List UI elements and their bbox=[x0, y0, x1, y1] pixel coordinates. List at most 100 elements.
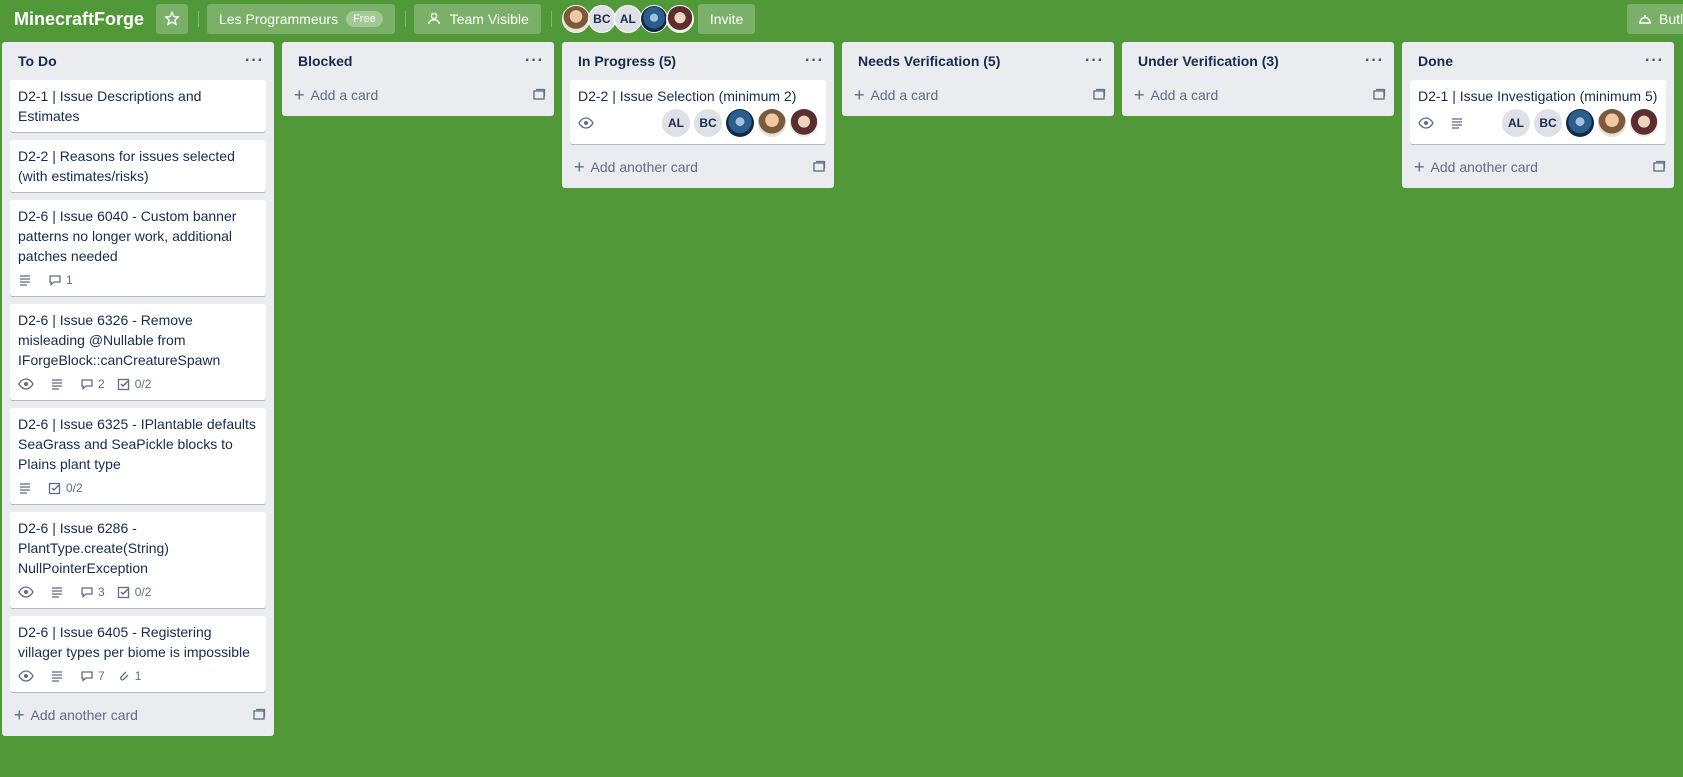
butler-button[interactable]: Butler bbox=[1627, 4, 1683, 34]
plus-icon: + bbox=[854, 84, 865, 105]
comment-count: 3 bbox=[98, 585, 105, 599]
add-card-label: Add a card bbox=[1150, 87, 1219, 103]
list-blocked: Blocked ··· + Add a card bbox=[282, 42, 554, 116]
plus-icon: + bbox=[574, 156, 585, 177]
checklist-icon bbox=[117, 586, 129, 599]
team-button[interactable]: Les Programmeurs Free bbox=[207, 4, 395, 34]
card-title: D2-2 | Issue Selection (minimum 2) bbox=[578, 88, 797, 104]
list-header: Done ··· bbox=[1402, 42, 1674, 80]
star-button[interactable] bbox=[156, 4, 189, 34]
card-badges: 0/2 bbox=[18, 478, 258, 498]
more-icon[interactable]: ··· bbox=[805, 52, 824, 70]
comment-icon bbox=[81, 379, 93, 390]
avatar[interactable]: BC bbox=[587, 5, 616, 33]
team-name: Les Programmeurs bbox=[219, 11, 339, 27]
list-title[interactable]: Blocked bbox=[298, 53, 352, 69]
more-icon[interactable]: ··· bbox=[245, 52, 264, 70]
add-card-label: Add a card bbox=[870, 87, 939, 103]
add-card-label: Add a card bbox=[310, 87, 379, 103]
avatar[interactable] bbox=[561, 5, 590, 33]
card-members: AL BC bbox=[658, 109, 818, 137]
card-template-icon[interactable] bbox=[532, 88, 546, 102]
add-card-button[interactable]: + Add another card bbox=[562, 152, 834, 182]
list-needs-verification: Needs Verification (5) ··· + Add a card bbox=[842, 42, 1114, 116]
checklist-icon bbox=[48, 482, 61, 495]
avatar[interactable] bbox=[758, 109, 786, 137]
more-icon[interactable]: ··· bbox=[525, 52, 544, 70]
plus-icon: + bbox=[1414, 156, 1425, 177]
avatar[interactable] bbox=[1598, 109, 1626, 137]
avatar[interactable]: BC bbox=[694, 109, 722, 137]
avatar[interactable] bbox=[1566, 109, 1594, 137]
list-header: In Progress (5) ··· bbox=[562, 42, 834, 80]
team-icon bbox=[427, 12, 440, 25]
card[interactable]: D2-2 | Reasons for issues selected (with… bbox=[10, 140, 266, 192]
attachment-count: 1 bbox=[134, 669, 142, 683]
avatar[interactable] bbox=[1630, 109, 1658, 137]
avatar[interactable] bbox=[665, 5, 694, 33]
visibility-button[interactable]: Team Visible bbox=[413, 4, 541, 34]
avatar[interactable]: AL bbox=[1502, 109, 1530, 137]
list-title[interactable]: Under Verification (3) bbox=[1138, 53, 1279, 69]
add-card-label: Add another card bbox=[1430, 159, 1538, 175]
list-title[interactable]: Done bbox=[1418, 53, 1453, 69]
avatar[interactable] bbox=[726, 109, 754, 137]
card[interactable]: D2-6 | Issue 6286 - PlantType.create(Str… bbox=[10, 512, 266, 608]
card[interactable]: D2-1 | Issue Investigation (minimum 5) A… bbox=[1410, 80, 1666, 144]
plus-icon: + bbox=[1134, 84, 1145, 105]
description-icon bbox=[52, 671, 62, 682]
card-template-icon[interactable] bbox=[1092, 88, 1106, 102]
board-title[interactable]: MinecraftForge bbox=[14, 9, 144, 30]
card[interactable]: D2-6 | Issue 6405 - Registering villager… bbox=[10, 616, 266, 692]
add-card-button[interactable]: + Add a card bbox=[1122, 80, 1394, 110]
card-template-icon[interactable] bbox=[1372, 88, 1386, 102]
card-members: AL BC bbox=[1498, 109, 1658, 137]
card[interactable]: D2-2 | Issue Selection (minimum 2) AL BC bbox=[570, 80, 826, 144]
list-header: To Do ··· bbox=[2, 42, 274, 80]
card[interactable]: D2-6 | Issue 6040 - Custom banner patter… bbox=[10, 200, 266, 296]
card-title: D2-6 | Issue 6040 - Custom banner patter… bbox=[18, 208, 237, 264]
description-icon bbox=[20, 483, 30, 494]
comment-icon bbox=[81, 587, 93, 598]
header-divider bbox=[404, 11, 406, 27]
star-icon bbox=[164, 11, 180, 26]
more-icon[interactable]: ··· bbox=[1365, 52, 1384, 70]
avatar[interactable]: AL bbox=[613, 5, 642, 33]
butler-icon bbox=[1639, 15, 1651, 24]
card[interactable]: D2-6 | Issue 6325 - IPlantable defaults … bbox=[10, 408, 266, 504]
card-badges: 3 0/2 bbox=[18, 582, 258, 602]
card-title: D2-6 | Issue 6325 - IPlantable defaults … bbox=[18, 416, 256, 472]
card-template-icon[interactable] bbox=[1652, 160, 1666, 174]
card-title: D2-6 | Issue 6326 - Remove misleading @N… bbox=[18, 312, 221, 368]
watch-icon bbox=[18, 670, 34, 682]
list-title[interactable]: Needs Verification (5) bbox=[858, 53, 1000, 69]
avatar[interactable]: BC bbox=[1534, 109, 1562, 137]
description-icon bbox=[1452, 118, 1462, 129]
card-badges: 1 bbox=[18, 270, 258, 290]
card-template-icon[interactable] bbox=[812, 160, 826, 174]
checklist-icon bbox=[117, 378, 129, 391]
card-badges: AL BC bbox=[578, 108, 818, 138]
avatar[interactable] bbox=[790, 109, 818, 137]
card[interactable]: D2-6 | Issue 6326 - Remove misleading @N… bbox=[10, 304, 266, 400]
list-title[interactable]: To Do bbox=[18, 53, 57, 69]
card-title: D2-1 | Issue Descriptions and Estimates bbox=[18, 88, 202, 124]
card-template-icon[interactable] bbox=[252, 708, 266, 722]
add-card-button[interactable]: + Add a card bbox=[282, 80, 554, 110]
avatar[interactable]: AL bbox=[662, 109, 690, 137]
card[interactable]: D2-1 | Issue Descriptions and Estimates bbox=[10, 80, 266, 132]
add-card-button[interactable]: + Add another card bbox=[2, 700, 274, 730]
list-title[interactable]: In Progress (5) bbox=[578, 53, 676, 69]
card-title: D2-2 | Reasons for issues selected (with… bbox=[18, 148, 235, 184]
invite-button[interactable]: Invite bbox=[697, 4, 756, 34]
description-icon bbox=[20, 275, 30, 286]
avatar[interactable] bbox=[639, 5, 668, 33]
description-icon bbox=[52, 587, 62, 598]
add-card-button[interactable]: + Add another card bbox=[1402, 152, 1674, 182]
more-icon[interactable]: ··· bbox=[1645, 52, 1664, 70]
more-icon[interactable]: ··· bbox=[1085, 52, 1104, 70]
checklist-count: 0/2 bbox=[134, 585, 152, 599]
plus-icon: + bbox=[14, 704, 25, 725]
add-card-button[interactable]: + Add a card bbox=[842, 80, 1114, 110]
list-under-verification: Under Verification (3) ··· + Add a card bbox=[1122, 42, 1394, 116]
